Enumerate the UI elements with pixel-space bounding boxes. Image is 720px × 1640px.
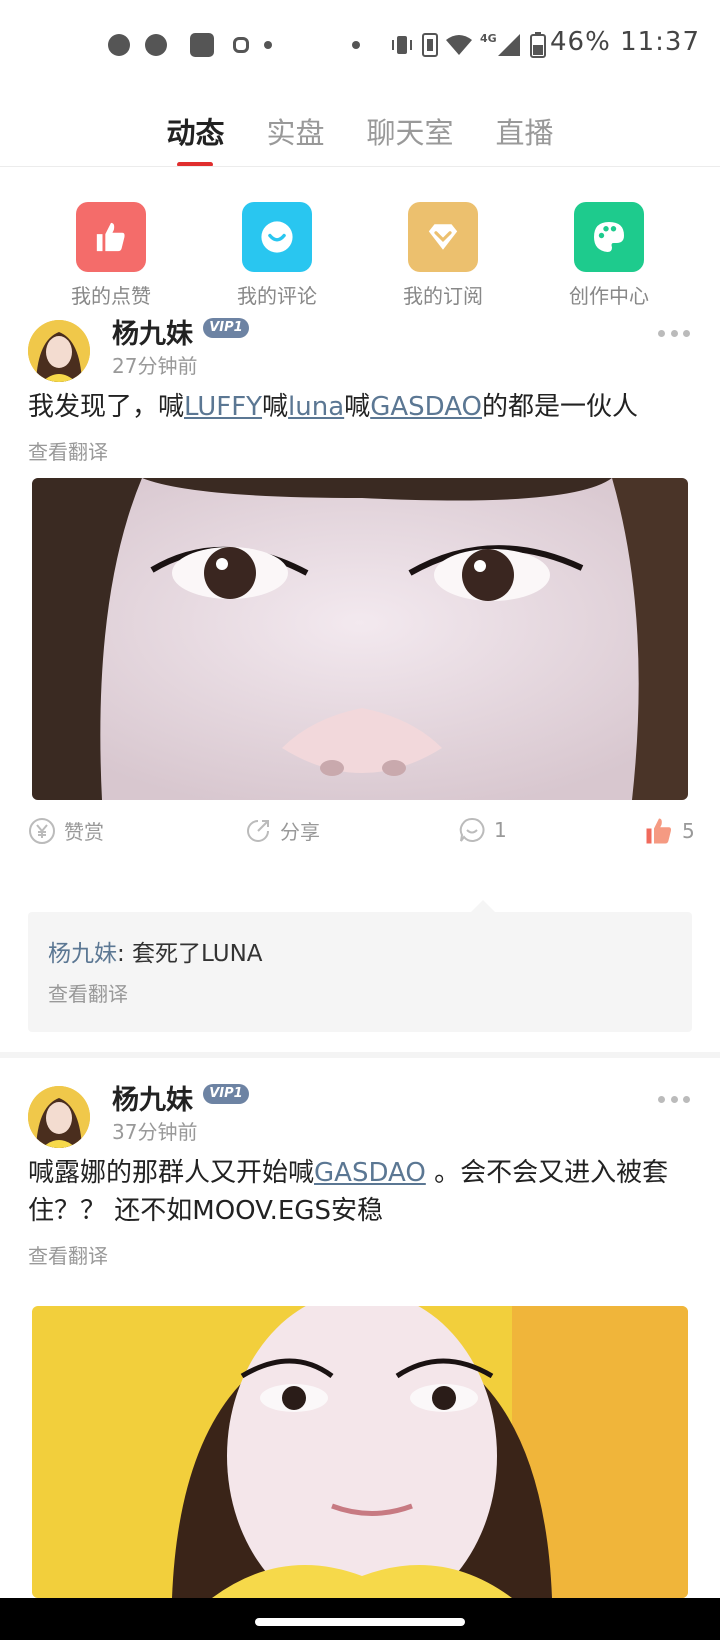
top-tabs: 动态 实盘 聊天室 直播 xyxy=(0,105,720,167)
post-image[interactable] xyxy=(32,1306,688,1598)
thumbs-up-icon xyxy=(646,818,671,844)
author-name[interactable]: 杨九妹 xyxy=(112,312,193,351)
like-button[interactable]: 5 xyxy=(644,816,695,846)
mention-link[interactable]: luna xyxy=(288,392,344,422)
tab-live[interactable]: 直播 xyxy=(496,105,554,167)
my-subscriptions-button[interactable]: 我的订阅 xyxy=(373,202,513,309)
diamond-icon xyxy=(408,202,478,272)
status-icons: 4G xyxy=(390,28,546,62)
tab-shipan[interactable]: 实盘 xyxy=(266,105,324,167)
status-text: 46% 11:37 xyxy=(550,27,700,57)
mention-link[interactable]: GASDAO xyxy=(370,392,482,422)
divider xyxy=(0,166,720,167)
home-gesture-handle[interactable] xyxy=(255,1618,465,1626)
author-name[interactable]: 杨九妹 xyxy=(112,1078,193,1117)
my-likes-label: 我的点赞 xyxy=(71,284,151,308)
share-icon xyxy=(247,819,269,842)
creator-center-button[interactable]: 创作中心 xyxy=(539,202,679,309)
translate-link[interactable]: 查看翻译 xyxy=(28,1240,108,1269)
comment-box: 杨九妹: 套死了LUNA 查看翻译 xyxy=(28,900,692,1032)
vip-badge: VIP1 xyxy=(203,1084,249,1104)
comment-translate-link[interactable]: 查看翻译 xyxy=(48,978,128,1007)
mention-link[interactable]: GASDAO xyxy=(314,1158,426,1188)
notification-icon xyxy=(233,37,249,53)
thumbs-up-icon xyxy=(76,202,146,272)
comment-button[interactable]: 1 xyxy=(458,816,507,844)
post-text: 喊露娜的那群人又开始喊GASDAO 。会不会又进入被套住？？ 还不如MOOV.E… xyxy=(28,1158,669,1226)
dot-icon xyxy=(352,41,360,49)
more-notifications-icon xyxy=(264,41,272,49)
mention-link[interactable]: LUFFY xyxy=(184,392,262,422)
svg-text:4G: 4G xyxy=(480,32,497,45)
post-time: 27分钟前 xyxy=(112,354,198,378)
sim-icon xyxy=(422,33,438,57)
post-action-bar: 赞赏 分享 1 5 xyxy=(0,816,720,852)
avatar[interactable] xyxy=(28,1086,90,1148)
translate-link[interactable]: 查看翻译 xyxy=(28,436,108,465)
my-comments-button[interactable]: 我的评论 xyxy=(207,202,347,309)
status-bar: 4G 46% 11:37 xyxy=(0,0,720,90)
tab-dongtai[interactable]: 动态 xyxy=(166,105,224,167)
comment-icon xyxy=(459,817,485,842)
post-text: 我发现了，喊LUFFY喊luna喊GASDAO的都是一伙人 xyxy=(28,392,638,422)
comment-author[interactable]: 杨九妹 xyxy=(48,941,117,967)
quick-actions: 我的点赞 我的评论 我的订阅 创作中心 xyxy=(0,202,720,312)
comment-text: 杨九妹: 套死了LUNA xyxy=(48,941,263,967)
signal-icon: 4G xyxy=(480,32,520,56)
palette-icon xyxy=(574,202,644,272)
notification-icon xyxy=(145,34,167,56)
post-separator xyxy=(0,1052,720,1058)
more-options-icon[interactable] xyxy=(658,1094,690,1104)
chat-bubble-icon xyxy=(242,202,312,272)
vip-badge: VIP1 xyxy=(203,318,249,338)
avatar[interactable] xyxy=(28,320,90,382)
system-nav-bar xyxy=(0,1598,720,1640)
comment-arrow xyxy=(471,900,495,912)
notification-icon xyxy=(190,33,214,57)
share-button[interactable]: 分享 xyxy=(244,816,320,845)
yen-coin-icon xyxy=(29,817,55,844)
battery-icon xyxy=(530,32,546,58)
reward-button[interactable]: 赞赏 xyxy=(28,816,104,845)
more-options-icon[interactable] xyxy=(658,328,690,338)
tab-chatroom[interactable]: 聊天室 xyxy=(367,105,454,167)
vibrate-icon xyxy=(392,36,412,54)
post-image[interactable] xyxy=(32,478,688,800)
my-subscriptions-label: 我的订阅 xyxy=(403,284,483,308)
post-time: 37分钟前 xyxy=(112,1120,198,1144)
my-likes-button[interactable]: 我的点赞 xyxy=(41,202,181,309)
notification-icon xyxy=(108,34,130,56)
wifi-icon xyxy=(446,35,472,55)
my-comments-label: 我的评论 xyxy=(237,284,317,308)
creator-center-label: 创作中心 xyxy=(569,284,649,308)
